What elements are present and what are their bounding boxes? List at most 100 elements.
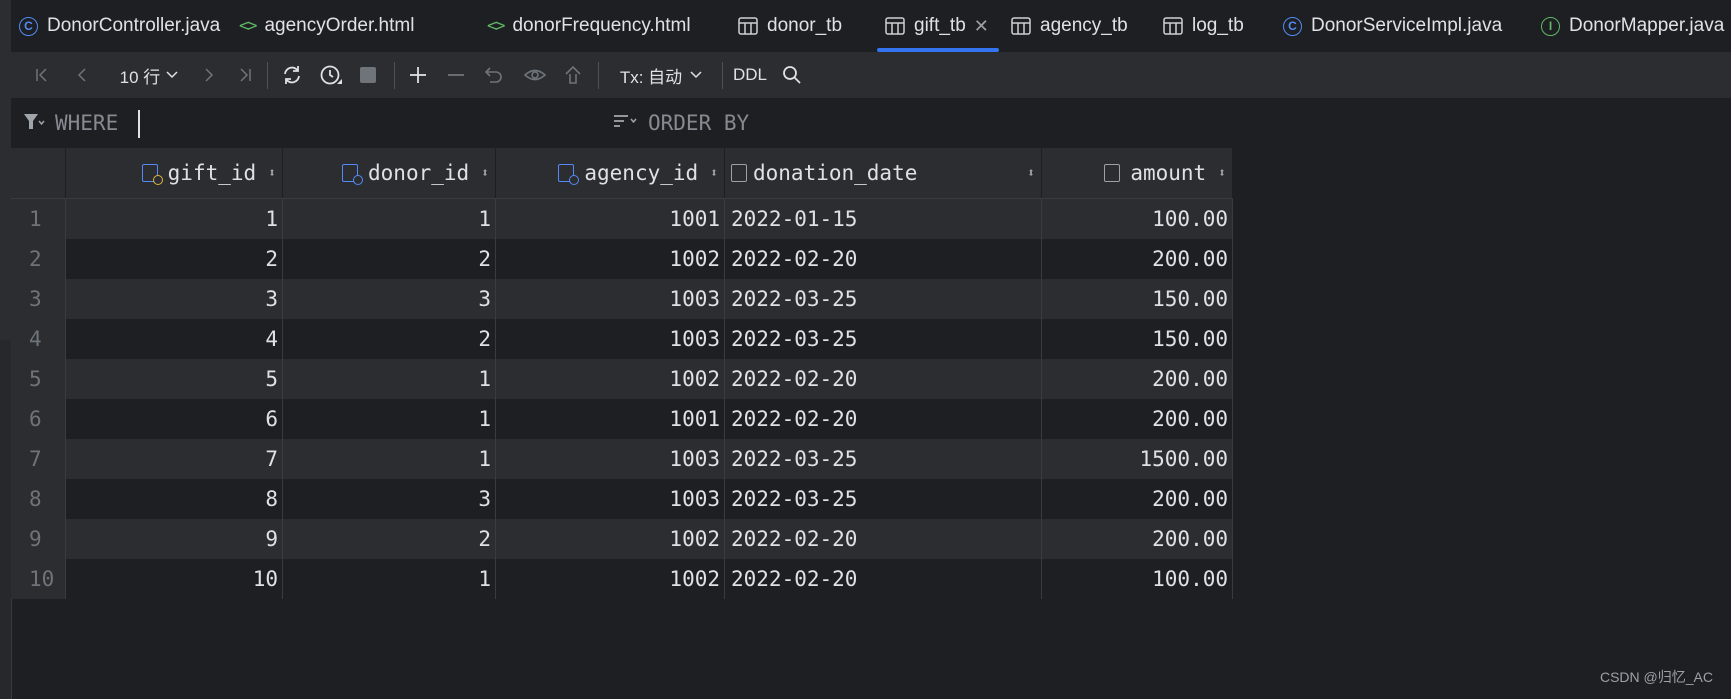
filter-icon[interactable] — [23, 113, 45, 136]
cell-gift-id[interactable]: 1 — [65, 198, 283, 239]
cell-donation-date[interactable]: 2022-02-20 — [724, 559, 1042, 599]
last-page-icon[interactable] — [232, 52, 258, 98]
cell-agency-id[interactable]: 1002 — [495, 239, 725, 279]
table-row[interactable]: 5 5 1 1002 2022-02-20 200.00 — [11, 359, 1233, 399]
cell-agency-id[interactable]: 1002 — [495, 559, 725, 599]
cell-gift-id[interactable]: 8 — [65, 479, 283, 519]
page-size-dropdown[interactable]: 10 行 — [108, 52, 190, 98]
cell-gift-id[interactable]: 3 — [65, 279, 283, 319]
tab-donor-frequency[interactable]: <> donorFrequency.html — [487, 0, 691, 52]
submit-arrow-icon[interactable] — [558, 52, 588, 98]
cell-agency-id[interactable]: 1003 — [495, 319, 725, 359]
cell-amount[interactable]: 200.00 — [1041, 479, 1233, 519]
tab-donor-tb[interactable]: donor_tb — [738, 0, 842, 52]
cell-gift-id[interactable]: 6 — [65, 399, 283, 439]
cell-agency-id[interactable]: 1002 — [495, 519, 725, 559]
table-row[interactable]: 1 1 1 1001 2022-01-15 100.00 — [11, 198, 1233, 239]
cell-agency-id[interactable]: 1001 — [495, 198, 725, 239]
column-header-gift-id[interactable]: gift_id ⬍ — [65, 148, 283, 199]
cell-donation-date[interactable]: 2022-03-25 — [724, 319, 1042, 359]
cell-agency-id[interactable]: 1002 — [495, 359, 725, 399]
sort-icon[interactable] — [613, 113, 639, 136]
first-page-icon[interactable] — [29, 52, 55, 98]
cell-donor-id[interactable]: 3 — [282, 279, 496, 319]
revert-icon[interactable] — [479, 52, 509, 98]
column-header-agency-id[interactable]: agency_id ⬍ — [495, 148, 725, 199]
column-header-donor-id[interactable]: donor_id ⬍ — [282, 148, 496, 199]
table-row[interactable]: 10 10 1 1002 2022-02-20 100.00 — [11, 559, 1233, 599]
table-row[interactable]: 7 7 1 1003 2022-03-25 1500.00 — [11, 439, 1233, 479]
cell-agency-id[interactable]: 1003 — [495, 479, 725, 519]
column-header-donation-date[interactable]: donation_date ⬍ — [724, 148, 1042, 199]
tab-donor-controller[interactable]: C DonorController.java — [19, 0, 220, 52]
next-page-icon[interactable] — [196, 52, 222, 98]
cell-amount[interactable]: 200.00 — [1041, 359, 1233, 399]
tab-agency-tb[interactable]: agency_tb — [1011, 0, 1128, 52]
tab-donor-mapper[interactable]: I DonorMapper.java — [1541, 0, 1724, 52]
tab-gift-tb[interactable]: gift_tb ✕ — [877, 0, 999, 52]
cell-donor-id[interactable]: 1 — [282, 439, 496, 479]
tab-log-tb[interactable]: log_tb — [1163, 0, 1244, 52]
table-row[interactable]: 4 4 2 1003 2022-03-25 150.00 — [11, 319, 1233, 359]
table-row[interactable]: 8 8 3 1003 2022-03-25 200.00 — [11, 479, 1233, 519]
cell-donor-id[interactable]: 1 — [282, 399, 496, 439]
cell-donation-date[interactable]: 2022-03-25 — [724, 439, 1042, 479]
cell-amount[interactable]: 100.00 — [1041, 559, 1233, 599]
stop-icon[interactable] — [353, 52, 383, 98]
view-eye-icon[interactable] — [519, 52, 551, 98]
table-row[interactable]: 2 2 2 1002 2022-02-20 200.00 — [11, 239, 1233, 279]
sort-toggle-icon[interactable]: ⬍ — [710, 166, 718, 181]
cell-donation-date[interactable]: 2022-03-25 — [724, 479, 1042, 519]
table-row[interactable]: 9 9 2 1002 2022-02-20 200.00 — [11, 519, 1233, 559]
cell-donor-id[interactable]: 1 — [282, 559, 496, 599]
cell-donation-date[interactable]: 2022-02-20 — [724, 519, 1042, 559]
cell-donation-date[interactable]: 2022-02-20 — [724, 359, 1042, 399]
cell-donation-date[interactable]: 2022-02-20 — [724, 239, 1042, 279]
cell-gift-id[interactable]: 10 — [65, 559, 283, 599]
cell-gift-id[interactable]: 2 — [65, 239, 283, 279]
cell-donor-id[interactable]: 1 — [282, 359, 496, 399]
cell-gift-id[interactable]: 4 — [65, 319, 283, 359]
delete-row-icon[interactable] — [441, 52, 471, 98]
sort-toggle-icon[interactable]: ⬍ — [268, 166, 276, 181]
cell-donor-id[interactable]: 1 — [282, 198, 496, 239]
cell-donor-id[interactable]: 2 — [282, 319, 496, 359]
previous-page-icon[interactable] — [69, 52, 95, 98]
cell-donor-id[interactable]: 3 — [282, 479, 496, 519]
column-header-amount[interactable]: amount ⬍ — [1041, 148, 1233, 199]
cell-amount[interactable]: 1500.00 — [1041, 439, 1233, 479]
cell-amount[interactable]: 150.00 — [1041, 319, 1233, 359]
search-icon[interactable] — [777, 52, 807, 98]
history-clock-icon[interactable] — [314, 52, 348, 98]
cell-donor-id[interactable]: 2 — [282, 239, 496, 279]
sort-toggle-icon[interactable]: ⬍ — [481, 166, 489, 181]
table-row[interactable]: 6 6 1 1001 2022-02-20 200.00 — [11, 399, 1233, 439]
cell-amount[interactable]: 200.00 — [1041, 239, 1233, 279]
cell-agency-id[interactable]: 1003 — [495, 279, 725, 319]
cell-amount[interactable]: 150.00 — [1041, 279, 1233, 319]
where-input-caret[interactable] — [138, 110, 140, 138]
add-row-icon[interactable] — [403, 52, 433, 98]
cell-amount[interactable]: 100.00 — [1041, 198, 1233, 239]
cell-amount[interactable]: 200.00 — [1041, 399, 1233, 439]
tab-agency-order[interactable]: <> agencyOrder.html — [239, 0, 414, 52]
refresh-icon[interactable] — [275, 52, 309, 98]
order-by-label[interactable]: ORDER BY — [648, 111, 749, 135]
sort-toggle-icon[interactable]: ⬍ — [1218, 166, 1226, 181]
ddl-button[interactable]: DDL — [729, 52, 771, 98]
close-icon[interactable]: ✕ — [974, 16, 989, 37]
cell-gift-id[interactable]: 9 — [65, 519, 283, 559]
sort-toggle-icon[interactable]: ⬍ — [1027, 166, 1035, 181]
table-row[interactable]: 3 3 3 1003 2022-03-25 150.00 — [11, 279, 1233, 319]
cell-donation-date[interactable]: 2022-02-20 — [724, 399, 1042, 439]
tab-donor-service-impl[interactable]: C DonorServiceImpl.java — [1283, 0, 1502, 52]
cell-agency-id[interactable]: 1003 — [495, 439, 725, 479]
cell-donation-date[interactable]: 2022-01-15 — [724, 198, 1042, 239]
transaction-mode-dropdown[interactable]: Tx: 自动 — [611, 52, 711, 98]
where-label[interactable]: WHERE — [55, 111, 118, 135]
cell-gift-id[interactable]: 7 — [65, 439, 283, 479]
cell-gift-id[interactable]: 5 — [65, 359, 283, 399]
cell-donation-date[interactable]: 2022-03-25 — [724, 279, 1042, 319]
cell-agency-id[interactable]: 1001 — [495, 399, 725, 439]
cell-donor-id[interactable]: 2 — [282, 519, 496, 559]
